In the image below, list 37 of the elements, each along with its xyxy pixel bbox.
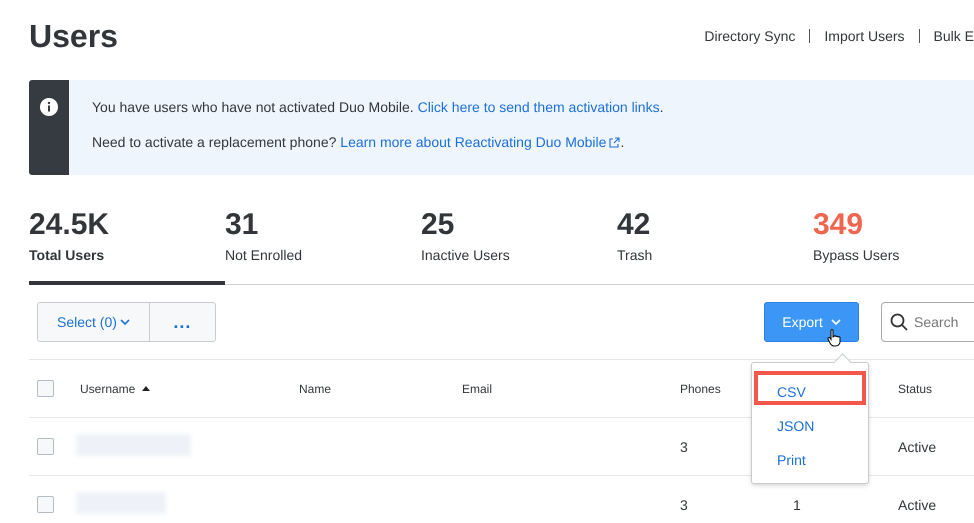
menu-item[interactable]: JSON [754,405,866,439]
menu-item[interactable]: CSV [754,371,866,405]
table-cell: 3 [680,496,688,512]
row-checkbox[interactable] [37,496,54,514]
stat-tab[interactable]: 24.5K Total Users [29,207,225,285]
search-icon [890,313,908,331]
table-cell: 3 [680,438,688,454]
row-checkbox[interactable] [37,438,54,456]
table-cell: Active [898,438,936,454]
stat-tab[interactable]: 42 Trash [617,207,813,285]
select-button[interactable]: Select (0) [37,302,150,342]
search-field[interactable]: Search [881,302,974,342]
hand-cursor-icon [827,329,841,347]
banner-link[interactable]: Learn more about Reactivating Duo Mobile [340,134,620,150]
column-header[interactable]: Email [462,382,492,396]
column-header[interactable]: Status [898,382,932,396]
header-link[interactable]: Bulk E [934,28,974,44]
more-button[interactable]: ... [150,302,216,342]
header-link[interactable]: Directory Sync [704,28,796,44]
column-header[interactable]: Name [299,382,332,396]
info-icon [40,98,58,116]
column-header[interactable]: Username [80,382,136,396]
table-cell: 1 [793,496,801,512]
header-link[interactable]: Import Users [824,28,905,44]
column-header[interactable]: Phones [680,382,721,396]
select-all-checkbox[interactable] [37,380,54,397]
stat-tab[interactable]: 31 Not Enrolled [225,207,421,285]
banner-link[interactable]: Click here to send them activation links [418,99,660,115]
chevron-down-icon [120,318,130,326]
banner-message: You have users who have not activated Duo Mobile. Click here to send them activation links. [92,99,664,115]
menu-item[interactable]: Print [754,439,866,473]
stat-tab[interactable]: 25 Inactive Users [421,207,617,285]
table-cell: Active [898,496,936,512]
stat-tab[interactable]: 349 Bypass Users [813,207,974,285]
banner-message: Need to activate a replacement phone? Learn more about Reactivating Duo Mobile . [92,134,626,150]
page-title: Users [29,18,118,54]
chevron-down-icon [830,318,841,326]
